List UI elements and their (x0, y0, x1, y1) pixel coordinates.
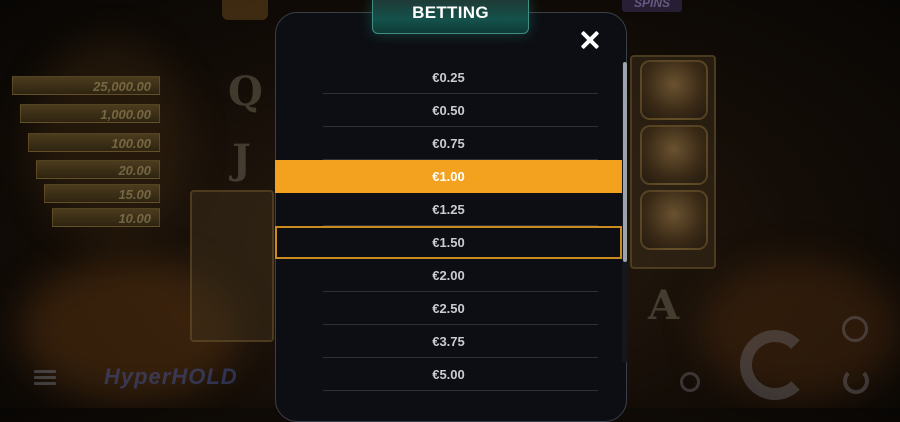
bet-option-label: €2.50 (432, 301, 465, 316)
bet-option-label: €2.00 (432, 268, 465, 283)
top-decoration (222, 0, 268, 20)
coin-icon[interactable] (680, 372, 700, 392)
reel-letter: A (648, 282, 680, 329)
character-symbol (640, 190, 708, 250)
character-symbol (640, 125, 708, 185)
bet-option[interactable]: €1.25 (275, 193, 622, 226)
bet-option[interactable]: €2.00 (275, 259, 622, 292)
refresh-icon[interactable] (843, 368, 869, 394)
bet-option[interactable]: €5.00 (275, 358, 622, 391)
bet-option-label: €1.50 (432, 235, 465, 250)
bet-option[interactable]: €2.50 (275, 292, 622, 325)
spin-icon[interactable] (740, 330, 810, 400)
game-logo: HyperHOLD (104, 364, 238, 389)
bet-option-focused[interactable]: €1.50 (275, 226, 622, 259)
reel-letter: Q (228, 68, 263, 115)
character-symbol (640, 60, 708, 120)
bet-option-label: €1.00 (432, 169, 465, 184)
close-icon[interactable] (578, 28, 602, 52)
bet-option-label: €5.00 (432, 367, 465, 382)
bet-option-label: €3.75 (432, 334, 465, 349)
bet-options-list: €0.25 €0.50 €0.75 €1.00 €1.25 €1.50 €2.0… (275, 61, 622, 408)
bet-option-label: €1.25 (432, 202, 465, 217)
reel-symbol-frame (190, 190, 274, 342)
menu-icon[interactable] (34, 370, 56, 386)
reel-letter: J (232, 136, 251, 183)
jackpot-value: 20.00 (36, 160, 160, 179)
jackpot-value: 1,000.00 (20, 104, 160, 123)
jackpot-value: 15.00 (44, 184, 160, 203)
bet-option[interactable]: €0.75 (275, 127, 622, 160)
bet-option[interactable]: €0.25 (275, 61, 622, 94)
bet-option-label: €0.75 (432, 136, 465, 151)
bet-option-label: €0.25 (432, 70, 465, 85)
spins-label: SPINS (622, 0, 682, 12)
jackpot-value: 10.00 (52, 208, 160, 227)
modal-title: BETTING (412, 3, 489, 22)
bet-option[interactable]: €0.50 (275, 94, 622, 127)
jackpot-value: 25,000.00 (12, 76, 160, 95)
bet-option[interactable]: €3.75 (275, 325, 622, 358)
autoplay-icon[interactable] (842, 316, 868, 342)
bet-option-selected[interactable]: €1.00 (275, 160, 622, 193)
scrollbar-thumb[interactable] (623, 62, 627, 262)
bet-option-label: €0.50 (432, 103, 465, 118)
jackpot-value: 100.00 (28, 133, 160, 152)
